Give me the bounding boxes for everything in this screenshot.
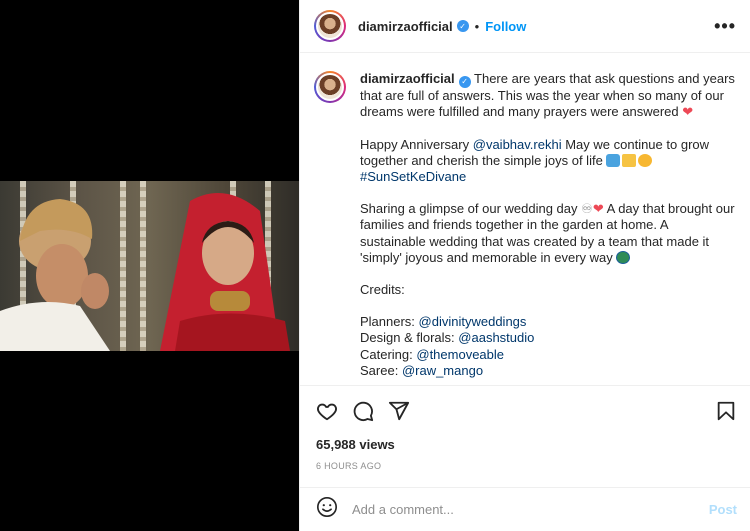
post-button[interactable]: Post (709, 502, 737, 517)
caption-area[interactable]: diamirzaofficial ✓ There are years that a… (300, 53, 750, 385)
emoji-icon[interactable] (316, 496, 338, 523)
views-count[interactable]: 65,988 views (316, 437, 737, 452)
credit-label: Design & florals: (360, 330, 455, 346)
red-heart-emoji-icon: ❤ (592, 201, 604, 217)
post-panel: diamirzaofficial ✓ • Follow ••• diamirza… (299, 0, 750, 531)
verified-badge-icon: ✓ (456, 20, 469, 32)
share-icon[interactable] (388, 400, 410, 422)
separator-dot: • (474, 18, 480, 34)
comment-icon[interactable] (352, 400, 374, 422)
credit-label: Planners: (360, 314, 415, 330)
globe-emoji-icon (616, 250, 631, 264)
bookmark-icon[interactable] (715, 400, 737, 422)
caption-avatar[interactable] (314, 71, 346, 103)
verified-badge-icon: ✓ (458, 76, 471, 89)
groom-figure (0, 199, 110, 351)
hashtag-link[interactable]: #SunSetKeDivane (360, 169, 466, 184)
video-frame[interactable] (0, 181, 299, 351)
credit-label: Saree: (360, 362, 399, 378)
caption-username-link[interactable]: diamirzaofficial (360, 71, 455, 86)
username-link[interactable]: diamirzaofficial (358, 19, 453, 34)
caption-paragraph-3-start: Sharing a glimpse of our wedding day (360, 201, 578, 217)
post-media[interactable] (0, 0, 299, 531)
caption-paragraph-2-start: Happy Anniversary (360, 136, 470, 152)
actions-section: 65,988 views 6 HOURS AGO (300, 385, 750, 483)
caption-text: diamirzaofficial ✓ There are years that a… (360, 71, 737, 379)
more-options-icon[interactable]: ••• (714, 16, 736, 37)
credit-link[interactable]: @raw_mango (402, 363, 483, 378)
credits-title: Credits: (360, 281, 405, 297)
couple-emoji-icon (606, 153, 621, 167)
comment-input[interactable] (352, 502, 709, 517)
credits-list: Planners: @divinityweddings Design & flo… (360, 314, 737, 379)
red-heart-emoji-icon: ❤ (682, 104, 694, 120)
heart-eyes-emoji-icon (638, 153, 653, 167)
like-icon[interactable] (316, 400, 338, 422)
avatar[interactable] (314, 10, 346, 42)
credit-link[interactable]: @themoveable (416, 347, 504, 362)
post-header: diamirzaofficial ✓ • Follow ••• (300, 0, 750, 53)
credit-link[interactable]: @aashstudio (458, 330, 534, 345)
credit-label: Catering: (360, 346, 413, 362)
infinity-emoji-icon: ♾ (581, 201, 593, 217)
sparkles-emoji-icon (622, 153, 637, 167)
comment-bar: Post (300, 487, 750, 531)
follow-button[interactable]: Follow (485, 19, 526, 34)
mention-link[interactable]: @vaibhav.rekhi (473, 137, 562, 152)
post-timestamp[interactable]: 6 HOURS AGO (316, 461, 737, 471)
credit-link[interactable]: @divinityweddings (419, 314, 527, 329)
bride-figure (160, 193, 290, 351)
